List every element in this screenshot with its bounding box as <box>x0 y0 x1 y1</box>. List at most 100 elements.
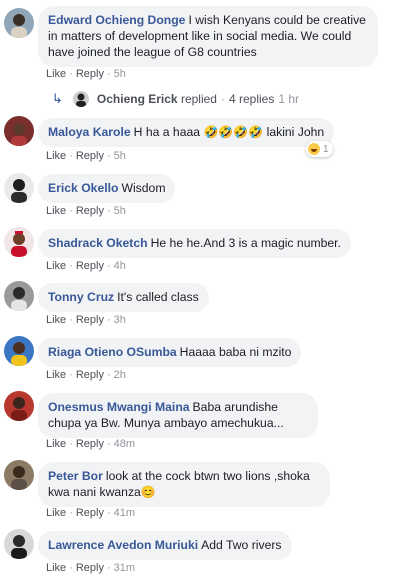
comment-time[interactable]: 41m <box>114 507 135 519</box>
avatar[interactable] <box>4 227 34 257</box>
comment-bubble: Peter Bor look at the cock btwn two lions… <box>38 462 330 507</box>
comment-bubble: Shadrack Oketch He he he.And 3 is a magic… <box>38 229 351 258</box>
person-avatar-icon <box>4 336 34 366</box>
comment-text: Haaaa baba ni mzito <box>179 345 292 359</box>
comment-actions: Like · Reply · 31m <box>46 562 135 574</box>
person-avatar-icon <box>4 529 34 559</box>
reply-button[interactable]: Reply <box>76 438 104 450</box>
replier-avatar <box>72 91 89 107</box>
reply-button[interactable]: Reply <box>76 68 104 80</box>
separator: · <box>69 68 73 80</box>
like-button[interactable]: Like <box>46 369 66 381</box>
reply-button[interactable]: Reply <box>76 260 104 272</box>
like-button[interactable]: Like <box>46 507 66 519</box>
like-button[interactable]: Like <box>46 150 66 162</box>
comment-time[interactable]: 2h <box>114 369 126 381</box>
reaction-badge[interactable]: 1 <box>306 141 333 157</box>
avatar[interactable] <box>4 173 34 203</box>
person-avatar-icon <box>4 173 34 203</box>
separator: · <box>106 369 111 381</box>
comment-author[interactable]: Shadrack Oketch <box>48 236 148 250</box>
comment-bubble: Tonny Cruz It's called class <box>38 283 209 312</box>
person-avatar-icon <box>4 8 34 38</box>
comment-bubble: Erick Okello Wisdom <box>38 174 176 203</box>
avatar[interactable] <box>4 281 34 311</box>
separator: · <box>69 507 73 519</box>
like-button[interactable]: Like <box>46 438 66 450</box>
avatar[interactable] <box>4 336 34 366</box>
separator: · <box>69 260 73 272</box>
like-button[interactable]: Like <box>46 68 66 80</box>
comment-time[interactable]: 5h <box>114 68 126 80</box>
person-avatar-icon <box>4 227 34 257</box>
reply-button[interactable]: Reply <box>76 369 104 381</box>
comment-author[interactable]: Peter Bor <box>48 469 103 483</box>
comment-author[interactable]: Erick Okello <box>48 181 118 195</box>
avatar[interactable] <box>4 391 34 421</box>
comment-time[interactable]: 3h <box>114 314 126 326</box>
emoji: 😊 <box>140 485 156 499</box>
separator: · <box>69 438 73 450</box>
like-button[interactable]: Like <box>46 314 66 326</box>
person-avatar-icon <box>4 281 34 311</box>
comment-actions: Like · Reply · 2h <box>46 369 126 381</box>
separator: · <box>220 92 225 106</box>
comment-time[interactable]: 31m <box>114 562 135 574</box>
comment-author[interactable]: Tonny Cruz <box>48 290 114 304</box>
reply-arrow-icon: ↳ <box>52 91 63 106</box>
reply-button[interactable]: Reply <box>76 150 104 162</box>
separator: · <box>106 438 111 450</box>
separator: · <box>106 150 111 162</box>
comment-author[interactable]: Riaga Otieno OSumba <box>48 345 177 359</box>
reaction-count: 1 <box>323 143 329 155</box>
separator: · <box>106 314 111 326</box>
emoji: 🤣🤣🤣🤣 <box>203 125 264 139</box>
comment-text: It's called class <box>117 290 199 304</box>
separator: · <box>106 507 111 519</box>
replier-name: Ochieng Erick <box>96 92 178 106</box>
avatar[interactable] <box>4 8 34 38</box>
comment-author[interactable]: Onesmus Mwangi Maina <box>48 400 190 414</box>
comment-actions: Like · Reply · 5h <box>46 150 126 162</box>
like-button[interactable]: Like <box>46 562 66 574</box>
comment-bubble: Maloya Karole H ha a haaa 🤣🤣🤣🤣 lakini Joh… <box>38 118 335 147</box>
separator: · <box>69 205 73 217</box>
view-replies-link[interactable]: ↳ Ochieng Erick replied · 4 replies 1 hr <box>52 90 299 108</box>
comment-actions: Like · Reply · 41m <box>46 507 135 519</box>
comment-bubble: Edward Ochieng Donge I wish Kenyans could… <box>38 6 378 67</box>
avatar[interactable] <box>4 116 34 146</box>
comment-time[interactable]: 48m <box>114 438 135 450</box>
comment-text: Add Two rivers <box>201 538 282 552</box>
comment-actions: Like · Reply · 48m <box>46 438 135 450</box>
reply-count: 4 replies <box>228 92 275 106</box>
avatar[interactable] <box>4 460 34 490</box>
comment-actions: Like · Reply · 3h <box>46 314 126 326</box>
reply-button[interactable]: Reply <box>76 562 104 574</box>
comment-author[interactable]: Maloya Karole <box>48 125 131 139</box>
separator: · <box>106 260 111 272</box>
separator: · <box>69 150 73 162</box>
reply-button[interactable]: Reply <box>76 314 104 326</box>
comment-time[interactable]: 5h <box>114 205 126 217</box>
person-avatar-icon <box>4 391 34 421</box>
reply-button[interactable]: Reply <box>76 205 104 217</box>
separator: · <box>106 68 111 80</box>
comment-bubble: Onesmus Mwangi Maina Baba arundishe chupa… <box>38 393 318 438</box>
comment-text: He he he.And 3 is a magic number. <box>150 236 341 250</box>
separator: · <box>106 562 111 574</box>
avatar[interactable] <box>4 529 34 559</box>
comment-text: H ha a haaa <box>133 125 201 139</box>
comment-bubble: Riaga Otieno OSumba Haaaa baba ni mzito <box>38 338 302 367</box>
comment-actions: Like · Reply · 5h <box>46 205 126 217</box>
comment-author[interactable]: Lawrence Avedon Muriuki <box>48 538 198 552</box>
comment-bubble: Lawrence Avedon Muriuki Add Two rivers <box>38 531 292 560</box>
separator: · <box>69 562 73 574</box>
like-button[interactable]: Like <box>46 260 66 272</box>
comment-actions: Like · Reply · 4h <box>46 260 126 272</box>
comment-time[interactable]: 5h <box>114 150 126 162</box>
reply-button[interactable]: Reply <box>76 507 104 519</box>
comment-author[interactable]: Edward Ochieng Donge <box>48 13 185 27</box>
like-button[interactable]: Like <box>46 205 66 217</box>
comment-text-after: lakini John <box>266 125 325 139</box>
comment-time[interactable]: 4h <box>114 260 126 272</box>
